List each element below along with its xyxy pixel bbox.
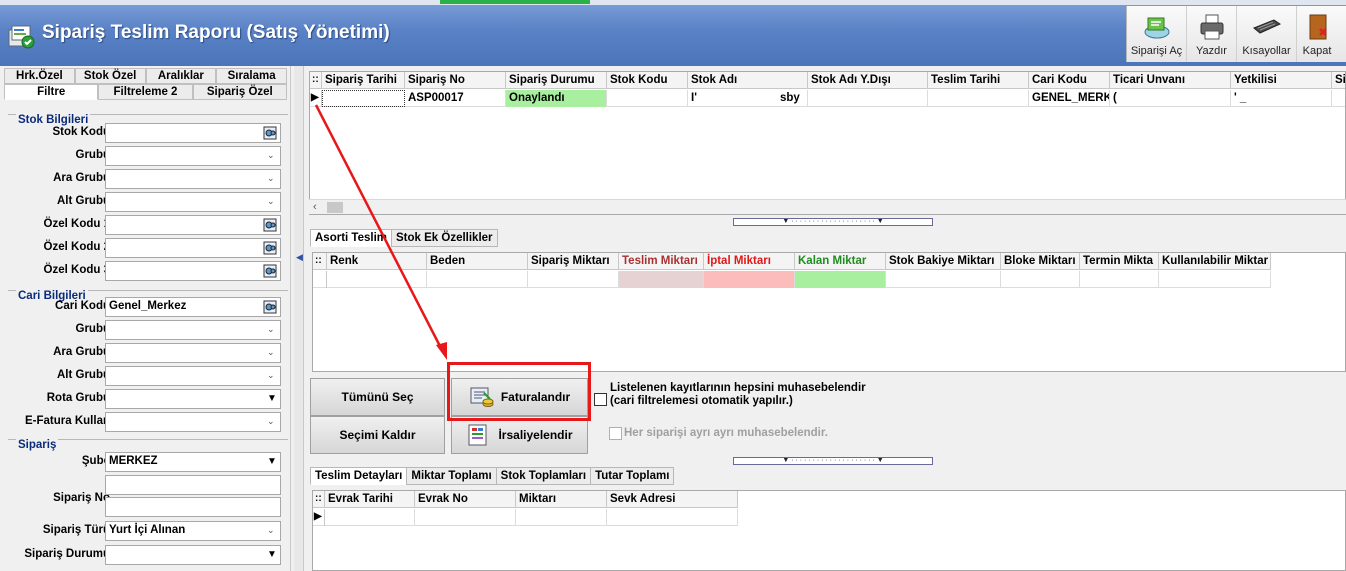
annotation-arrow-icon <box>314 104 447 360</box>
